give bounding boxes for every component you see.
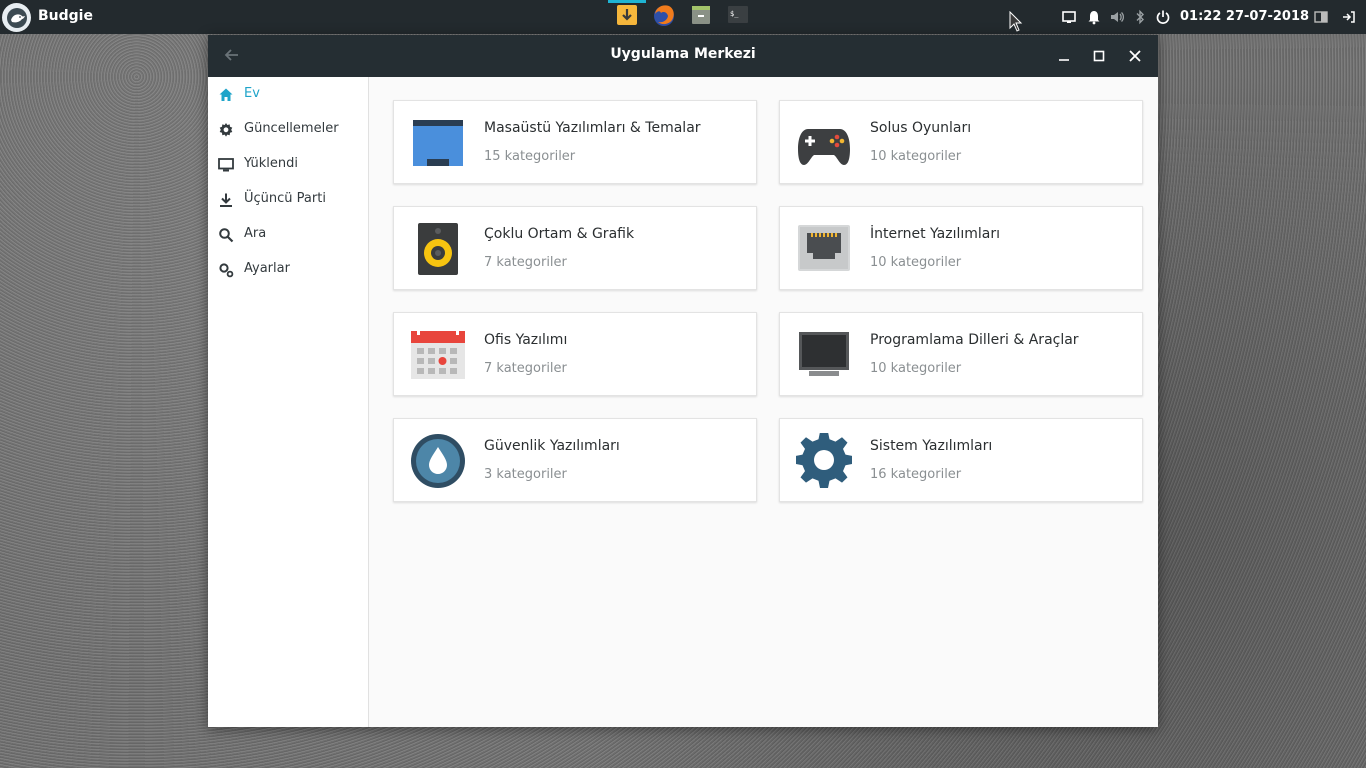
desktop-window-icon [410, 115, 466, 171]
category-title: Masaüstü Yazılımları & Temalar [484, 120, 701, 136]
category-count: 10 kategoriler [870, 149, 962, 164]
bell-icon[interactable] [1086, 9, 1102, 25]
category-card-desktop[interactable]: Masaüstü Yazılımları & Temalar 15 katego… [393, 100, 757, 184]
volume-icon[interactable] [1109, 9, 1125, 25]
window-title: Uygulama Merkezi [610, 46, 756, 62]
mouse-cursor-icon [1009, 10, 1023, 37]
category-count: 7 kategoriler [484, 361, 567, 376]
maximize-button[interactable] [1089, 46, 1109, 66]
sidebar-item-settings[interactable]: Ayarlar [208, 255, 368, 285]
gear-icon [218, 122, 234, 138]
sidebar-item-label: Ayarlar [244, 261, 290, 276]
category-title: İnternet Yazılımları [870, 226, 1001, 242]
category-count: 10 kategoriler [870, 255, 962, 270]
speaker-icon [410, 221, 466, 277]
sidebar-item-home[interactable]: Ev [208, 80, 368, 110]
bluetooth-icon[interactable] [1132, 9, 1148, 25]
title-bar[interactable]: Uygulama Merkezi [208, 35, 1158, 77]
terminal-task-icon[interactable]: $_ [725, 2, 751, 28]
monitor-icon [796, 327, 852, 383]
sidebar-item-installed[interactable]: Yüklendi [208, 150, 368, 180]
category-title: Ofis Yazılımı [484, 332, 568, 348]
category-title: Güvenlik Yazılımları [484, 438, 620, 454]
category-card-system[interactable]: Sistem Yazılımları 16 kategoriler [779, 418, 1143, 502]
category-count: 3 kategoriler [484, 467, 567, 482]
file-manager-task-icon[interactable] [688, 2, 714, 28]
sidebar-item-label: Ara [244, 226, 267, 241]
category-card-office[interactable]: Ofis Yazılımı 7 kategoriler [393, 312, 757, 396]
category-title: Programlama Dilleri & Araçlar [870, 332, 1079, 348]
category-card-multimedia[interactable]: Çoklu Ortam & Grafik 7 kategoriler [393, 206, 757, 290]
close-button[interactable] [1125, 46, 1145, 66]
category-title: Solus Oyunları [870, 120, 972, 136]
calendar-icon [410, 327, 466, 383]
gamepad-icon [796, 115, 852, 171]
sidebar-item-search[interactable]: Ara [208, 220, 368, 250]
category-grid: Masaüstü Yazılımları & Temalar 15 katego… [369, 77, 1158, 727]
system-gear-icon [795, 431, 853, 489]
settings-icon [218, 262, 234, 278]
category-count: 10 kategoriler [870, 361, 962, 376]
downloader-task-icon[interactable] [614, 2, 640, 28]
category-count: 7 kategoriler [484, 255, 567, 270]
search-icon [218, 227, 234, 243]
category-count: 16 kategoriler [870, 467, 962, 482]
category-count: 15 kategoriler [484, 149, 576, 164]
software-center-window: Uygulama Merkezi Ev Güncellemeler Yüklen… [208, 35, 1158, 727]
logout-icon[interactable] [1341, 9, 1357, 25]
category-card-security[interactable]: Güvenlik Yazılımları 3 kategoriler [393, 418, 757, 502]
download-icon [218, 192, 234, 208]
category-card-games[interactable]: Solus Oyunları 10 kategoriler [779, 100, 1143, 184]
category-card-programming[interactable]: Programlama Dilleri & Araçlar 10 kategor… [779, 312, 1143, 396]
home-icon [218, 87, 234, 103]
svg-text:$_: $_ [730, 10, 739, 18]
power-icon[interactable] [1155, 9, 1171, 25]
sidebar-item-label: Yüklendi [244, 156, 298, 171]
sidebar-item-label: Güncellemeler [244, 121, 339, 136]
raven-panel-icon[interactable] [1313, 9, 1329, 25]
minimize-button[interactable] [1054, 46, 1074, 66]
security-drop-icon [410, 433, 466, 489]
sidebar-item-label: Ev [244, 86, 260, 101]
network-port-icon [796, 221, 852, 277]
sidebar-item-updates[interactable]: Güncellemeler [208, 115, 368, 145]
budgie-menu-icon[interactable] [2, 3, 31, 32]
sidebar: Ev Güncellemeler Yüklendi Üçüncü Parti A… [208, 77, 369, 727]
category-title: Sistem Yazılımları [870, 438, 993, 454]
top-panel: Budgie $_ 01:22 27-07-2018 [0, 0, 1366, 34]
clock[interactable]: 01:22 27-07-2018 [1180, 9, 1309, 24]
category-title: Çoklu Ortam & Grafik [484, 226, 635, 242]
monitor-icon [218, 157, 234, 173]
sidebar-item-label: Üçüncü Parti [244, 191, 326, 206]
sidebar-item-third-party[interactable]: Üçüncü Parti [208, 185, 368, 215]
notification-screen-icon[interactable] [1061, 9, 1077, 25]
active-app-name: Budgie [38, 8, 93, 24]
category-card-internet[interactable]: İnternet Yazılımları 10 kategoriler [779, 206, 1143, 290]
firefox-task-icon[interactable] [651, 2, 677, 28]
